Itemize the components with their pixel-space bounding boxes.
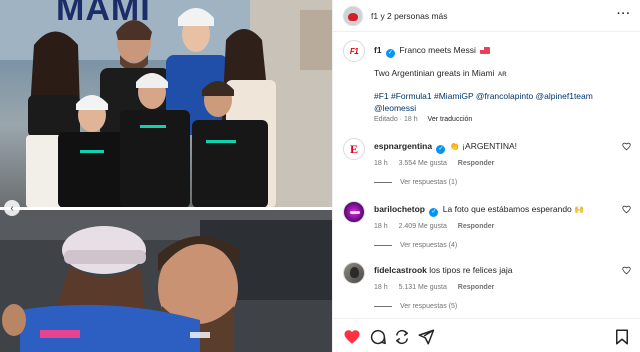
flag-emoji-icon	[480, 47, 491, 54]
group-photo-illustration	[0, 0, 332, 208]
verified-badge-icon: ✓	[385, 49, 395, 58]
comment-username[interactable]: barilochetop	[374, 204, 425, 214]
caption-first-line: f1 ✓ Franco meets Messi	[374, 45, 491, 58]
espn-avatar[interactable]: E	[343, 138, 365, 160]
fidelcastrook-avatar[interactable]	[343, 262, 365, 284]
comment-username[interactable]: fidelcastrook	[374, 265, 427, 275]
comment-body: barilochetop ✓ La foto que estábamos esp…	[374, 204, 584, 217]
replies-line	[374, 245, 392, 246]
carousel-prev-button[interactable]: ‹	[4, 200, 20, 216]
view-replies-label: Ver respuestas (4)	[400, 242, 458, 249]
post-header: f1 y 2 personas más ···	[333, 0, 640, 32]
share-icon[interactable]	[417, 328, 435, 346]
caption-second-line: Two Argentinian greats in Miami AR	[374, 68, 507, 78]
view-replies-button[interactable]: Ver respuestas (4)	[374, 242, 457, 249]
heart-icon[interactable]	[343, 328, 361, 346]
argentina-flag-icon: AR	[497, 72, 507, 78]
caption-hashtags-mentions[interactable]: #F1 #Formula1 #MiamiGP @francolapinto @a…	[374, 90, 634, 114]
caption-title: Franco meets Messi	[399, 45, 476, 55]
repost-icon[interactable]	[393, 328, 411, 346]
comment-time: 18 h	[374, 223, 388, 230]
raising-hands-emoji: 🙌	[574, 205, 585, 214]
view-replies-label: Ver respuestas (1)	[400, 179, 458, 186]
comment-meta: 18 h 3.554 Me gusta Responder	[374, 160, 503, 167]
comment-meta: 18 h 2.409 Me gusta Responder	[374, 223, 503, 230]
caption-meta: Editado · 18 h Ver traducción	[374, 116, 472, 123]
hug-photo-illustration	[0, 210, 332, 352]
view-replies-button[interactable]: Ver respuestas (1)	[374, 179, 457, 186]
post-author-collab[interactable]: f1 y 2 personas más	[371, 11, 448, 21]
comment-meta: 18 h 5.131 Me gusta Responder	[374, 284, 503, 291]
photo-franco-messi-group: MAMI	[0, 0, 332, 208]
photo-franco-messi-hug	[0, 210, 332, 352]
background-banner-text: MAMI	[56, 0, 151, 28]
reply-button[interactable]: Responder	[458, 223, 495, 230]
comment-likes[interactable]: 2.409 Me gusta	[399, 223, 447, 230]
replies-line	[374, 182, 392, 183]
comment-item: barilochetop ✓ La foto que estábamos esp…	[343, 201, 633, 261]
comment-like-heart-icon[interactable]	[622, 205, 631, 214]
reply-button[interactable]: Responder	[458, 160, 495, 167]
comment-time: 18 h	[374, 284, 388, 291]
comment-item: E espnargentina ✓ 👏 ¡ARGENTINA! 18 h 3.5…	[343, 138, 633, 198]
reply-button[interactable]: Responder	[458, 284, 495, 291]
comment-likes[interactable]: 3.554 Me gusta	[399, 160, 447, 167]
post-media-carousel[interactable]: MAMI ‹	[0, 0, 332, 352]
post-panel: f1 y 2 personas más ··· F1 f1 ✓ Franco m…	[332, 0, 640, 352]
f1-avatar[interactable]: F1	[343, 40, 365, 62]
barilochetop-avatar[interactable]	[343, 201, 365, 223]
comment-icon[interactable]	[369, 328, 387, 346]
comment-username[interactable]: espnargentina	[374, 141, 432, 151]
bookmark-icon[interactable]	[613, 328, 631, 346]
comment-text: ¡ARGENTINA!	[462, 141, 517, 151]
comment-likes[interactable]: 5.131 Me gusta	[399, 284, 447, 291]
view-replies-label: Ver respuestas (5)	[400, 303, 458, 310]
comment-like-heart-icon[interactable]	[622, 142, 631, 151]
comment-like-heart-icon[interactable]	[622, 266, 631, 275]
header-avatar[interactable]	[343, 5, 363, 26]
f1-logo-icon: F1	[349, 46, 359, 56]
replies-line	[374, 306, 392, 307]
comment-item: fidelcastrook los tipos re felices jaja …	[343, 262, 633, 322]
caption-text: Two Argentinian greats in Miami	[374, 68, 495, 78]
chevron-left-icon: ‹	[10, 202, 14, 214]
comment-body: fidelcastrook los tipos re felices jaja	[374, 265, 512, 275]
see-translation-link[interactable]: Ver traducción	[428, 116, 473, 123]
caption-username[interactable]: f1	[374, 45, 382, 55]
verified-badge-icon: ✓	[429, 208, 439, 217]
verified-badge-icon: ✓	[436, 145, 446, 154]
comment-text: los tipos re felices jaja	[429, 265, 513, 275]
view-replies-button[interactable]: Ver respuestas (5)	[374, 303, 457, 310]
caption-edited-time: Editado · 18 h	[374, 116, 418, 123]
post-action-bar	[333, 318, 640, 352]
clapping-hands-emoji: 👏	[449, 142, 460, 151]
comment-body: espnargentina ✓ 👏 ¡ARGENTINA!	[374, 141, 517, 154]
comment-time: 18 h	[374, 160, 388, 167]
more-horizontal-icon[interactable]: ···	[617, 9, 631, 20]
comment-text: La foto que estábamos esperando	[442, 204, 572, 214]
